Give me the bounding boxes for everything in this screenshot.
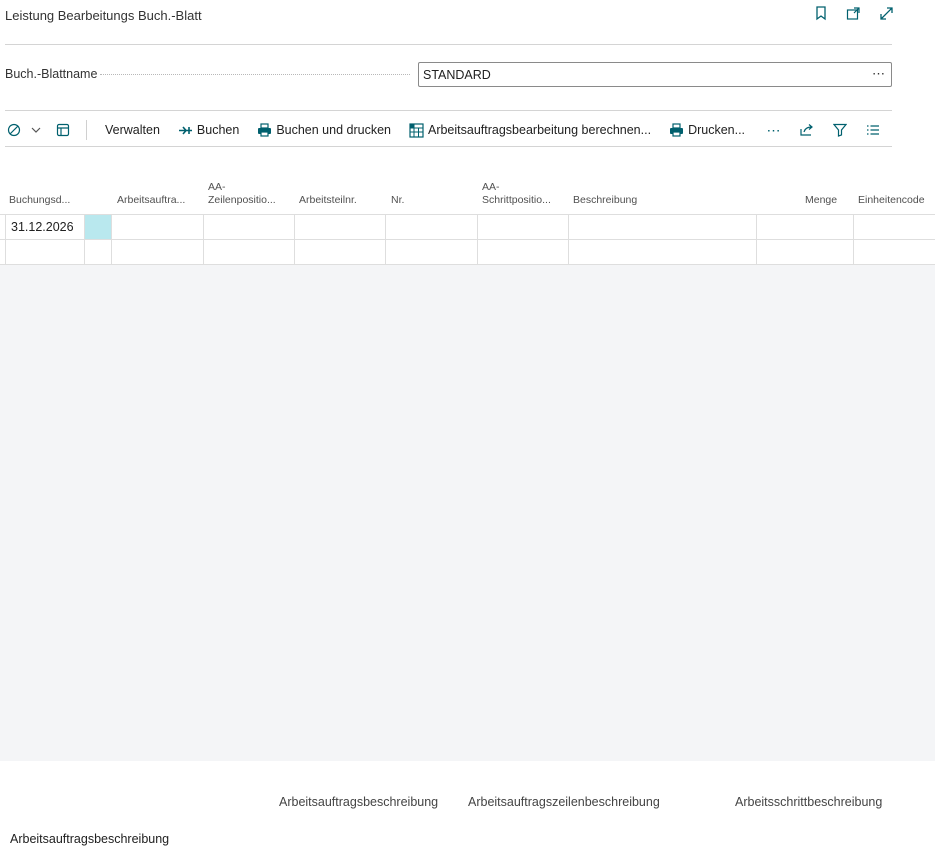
cell-beschreibung[interactable] [569, 215, 757, 239]
col-header-arbeitsauftrag[interactable]: Arbeitsauftra... [117, 194, 199, 207]
title-actions [812, 5, 895, 22]
row-selector-cell[interactable] [85, 215, 112, 239]
col-header-nr[interactable]: Nr. [391, 194, 473, 207]
table-row[interactable]: 31.12.2026 [0, 214, 935, 239]
col-header-aa-schrittposition[interactable]: AA- Schrittpositio... [482, 181, 564, 207]
calculate-icon [409, 122, 424, 138]
print-icon [669, 123, 684, 138]
cell-einheitencode[interactable] [854, 215, 935, 239]
cell-nr[interactable] [386, 240, 478, 264]
cell-nr[interactable] [386, 215, 478, 239]
arbeitsauftragsbeschreibung-caption: Arbeitsauftragsbeschreibung [279, 795, 439, 809]
col-header-buchungsdatum[interactable]: Buchungsd... [9, 194, 79, 207]
arbeitsauftragszeilenbeschreibung-caption: Arbeitsauftragszeilenbeschreibung [468, 795, 660, 809]
drucken-label: Drucken... [688, 123, 746, 137]
filter-icon[interactable] [831, 122, 848, 139]
col-header-arbeitsteilnr[interactable]: Arbeitsteilnr. [299, 194, 381, 207]
arbeitsschrittbeschreibung-caption: Arbeitsschrittbeschreibung [735, 795, 883, 809]
buchen-und-drucken-button[interactable]: Buchen und drucken [257, 123, 391, 138]
open-new-window-icon[interactable] [845, 5, 862, 22]
col-header-einheitencode[interactable]: Einheitencode [858, 194, 935, 207]
col-header-beschreibung[interactable]: Beschreibung [573, 194, 753, 207]
cell-aa-zeilenposition[interactable] [204, 215, 295, 239]
cell-aa-schrittposition[interactable] [478, 240, 569, 264]
list-view-icon[interactable] [864, 122, 881, 139]
field-leader-dots [100, 74, 410, 75]
toolbar-separator [86, 120, 87, 140]
batch-name-label: Buch.-Blattname [5, 67, 98, 81]
expand-icon[interactable] [878, 5, 895, 22]
lookup-ellipsis-button[interactable]: ⋯ [872, 66, 885, 82]
views-icon [5, 123, 27, 138]
drucken-button[interactable]: Drucken... [669, 123, 745, 138]
bookmark-icon[interactable] [812, 5, 829, 22]
layout-icon [55, 123, 70, 138]
grid-empty-area [0, 265, 935, 761]
berechnen-label: Arbeitsauftragsbearbeitung berechnen... [427, 123, 652, 137]
buchen-button[interactable]: Buchen [178, 123, 239, 138]
verwalten-button[interactable]: Verwalten [105, 123, 160, 137]
divider [5, 110, 892, 111]
batch-name-row: Buch.-Blattname STANDARD ⋯ [5, 62, 892, 87]
share-icon[interactable] [798, 122, 815, 139]
row-selector-cell[interactable] [85, 240, 112, 264]
table-row[interactable] [0, 239, 935, 264]
page-title: Leistung Bearbeitungs Buch.-Blatt [5, 8, 202, 23]
berechnen-button[interactable]: Arbeitsauftragsbearbeitung berechnen... [409, 122, 652, 138]
grid-header: Buchungsd... Arbeitsauftra... AA- Zeilen… [0, 165, 935, 214]
show-attached-button[interactable] [55, 123, 70, 138]
cell-menge[interactable] [757, 240, 854, 264]
toolbar-right-group: ⋯ [765, 122, 881, 139]
journal-grid: Buchungsd... Arbeitsauftra... AA- Zeilen… [0, 165, 935, 264]
buchen-label: Buchen [196, 123, 240, 137]
batch-name-input[interactable]: STANDARD ⋯ [418, 62, 892, 87]
cell-einheitencode[interactable] [854, 240, 935, 264]
chevron-down-icon [31, 123, 41, 138]
post-print-icon [257, 123, 272, 138]
cell-arbeitsauftrag[interactable] [112, 240, 204, 264]
cell-buchungsdatum[interactable]: 31.12.2026 [5, 215, 85, 239]
batch-name-value: STANDARD [423, 68, 491, 82]
cell-beschreibung[interactable] [569, 240, 757, 264]
views-dropdown[interactable] [5, 123, 41, 138]
col-header-menge[interactable]: Menge [805, 194, 850, 207]
cell-menge[interactable] [757, 215, 854, 239]
cell-arbeitsteilnr[interactable] [295, 240, 386, 264]
cell-aa-schrittposition[interactable] [478, 215, 569, 239]
col-header-aa-zeilenposition[interactable]: AA- Zeilenpositio... [208, 181, 290, 207]
cell-arbeitsteilnr[interactable] [295, 215, 386, 239]
action-toolbar: Verwalten Buchen Buchen und drucken Arbe… [5, 116, 892, 144]
buchen-drucken-label: Buchen und drucken [276, 123, 391, 137]
cell-buchungsdatum[interactable] [5, 240, 85, 264]
cell-arbeitsauftrag[interactable] [112, 215, 204, 239]
cell-aa-zeilenposition[interactable] [204, 240, 295, 264]
more-options-icon[interactable]: ⋯ [765, 122, 782, 139]
post-icon [178, 123, 193, 138]
arbeitsauftragsbeschreibung-label: Arbeitsauftragsbeschreibung [10, 832, 170, 846]
divider [5, 44, 892, 45]
divider [5, 146, 892, 147]
